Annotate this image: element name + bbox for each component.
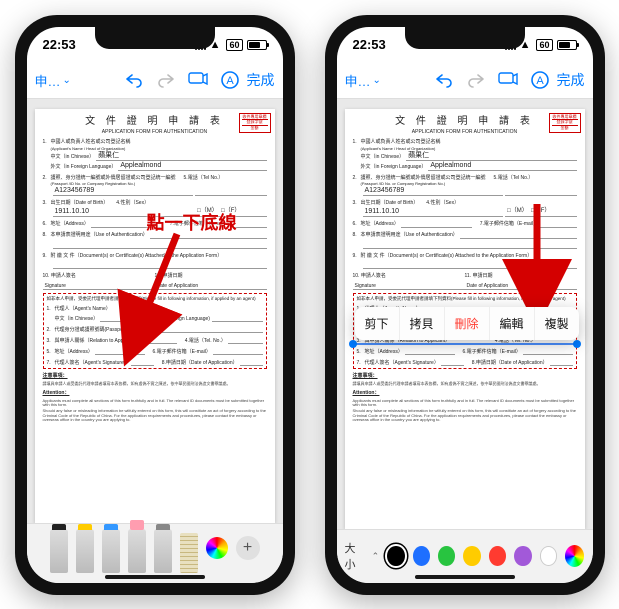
menu-copy[interactable]: 拷貝 bbox=[400, 307, 445, 340]
redo-button[interactable] bbox=[461, 65, 491, 95]
document-viewport[interactable]: 收件專用章欄登錄字號金額 文 件 證 明 申 請 表 APPLICATION F… bbox=[337, 99, 593, 529]
undo-button[interactable] bbox=[119, 65, 149, 95]
battery-icon bbox=[557, 40, 577, 50]
annotation-text: 點一下底線 bbox=[147, 209, 237, 235]
battery-percent: 60 bbox=[536, 39, 552, 51]
field-dob: 1911.10.10 bbox=[55, 207, 90, 216]
phone-left: 22:53 ▲ 60 申… ⌄ A bbox=[15, 15, 295, 595]
stamp-box: 收件專用章欄登錄字號金額 bbox=[549, 113, 581, 133]
battery-icon bbox=[247, 40, 267, 50]
field-id: A123456789 bbox=[55, 186, 95, 195]
undo-button[interactable] bbox=[429, 65, 459, 95]
doc-title-en: APPLICATION FORM FOR AUTHENTICATION bbox=[43, 129, 267, 136]
screen: 22:53 ▲ 60 申… ⌄ A bbox=[337, 27, 593, 583]
back-button[interactable]: 申… bbox=[35, 71, 61, 90]
notch bbox=[95, 27, 215, 49]
done-button[interactable]: 完成 bbox=[557, 70, 585, 90]
color-picker[interactable] bbox=[565, 545, 584, 567]
context-menu: 剪下 拷貝 刪除 編輯 複製 bbox=[355, 307, 579, 340]
size-button[interactable]: 大小 bbox=[345, 540, 364, 572]
phone-right: 22:53 ▲ 60 申… ⌄ A bbox=[325, 15, 605, 595]
menu-edit[interactable]: 編輯 bbox=[490, 307, 535, 340]
redo-button[interactable] bbox=[151, 65, 181, 95]
swatch-black[interactable] bbox=[387, 546, 404, 566]
swatch-purple[interactable] bbox=[514, 546, 531, 566]
field-name-en: Applealmond bbox=[120, 161, 161, 170]
notch bbox=[405, 27, 525, 49]
svg-text:A: A bbox=[226, 75, 234, 87]
autofill-button[interactable]: A bbox=[525, 65, 555, 95]
highlighter-blue[interactable] bbox=[102, 529, 120, 573]
menu-delete[interactable]: 刪除 bbox=[445, 307, 490, 340]
swatch-white[interactable] bbox=[540, 546, 558, 566]
document-page: 收件專用章欄 登錄字號 金額 文 件 證 明 申 請 表 APPLICATION… bbox=[35, 109, 275, 523]
menu-duplicate[interactable]: 複製 bbox=[535, 307, 579, 340]
swatch-blue[interactable] bbox=[413, 546, 430, 566]
highlighter-yellow[interactable] bbox=[76, 529, 94, 573]
markup-toolbar: 申… ⌄ A 完成 bbox=[27, 63, 283, 99]
markup-toolbar: 申… ⌄ A 完成 bbox=[337, 63, 593, 99]
pen-tool[interactable] bbox=[50, 529, 68, 573]
battery-percent: 60 bbox=[226, 39, 242, 51]
annotate-button[interactable] bbox=[493, 65, 523, 95]
ruler-tool[interactable] bbox=[180, 533, 198, 573]
agent-section: 如非本人申請，受委託代理申請者請填下列資料(Please fill in fol… bbox=[43, 293, 267, 369]
swatch-yellow[interactable] bbox=[463, 546, 480, 566]
svg-text:A: A bbox=[536, 75, 544, 87]
color-picker[interactable] bbox=[206, 537, 228, 559]
back-button[interactable]: 申… bbox=[345, 71, 371, 90]
home-indicator[interactable] bbox=[415, 575, 515, 579]
doc-title-zh: 文 件 證 明 申 請 表 bbox=[43, 115, 267, 128]
selection-handle-left[interactable] bbox=[349, 340, 357, 348]
done-button[interactable]: 完成 bbox=[247, 70, 275, 90]
chevron-down-icon[interactable]: ⌄ bbox=[63, 75, 71, 86]
chevron-up-icon[interactable]: ⌃ bbox=[372, 551, 380, 562]
swatch-green[interactable] bbox=[438, 546, 455, 566]
clock: 22:53 bbox=[353, 37, 386, 52]
swatch-red[interactable] bbox=[489, 546, 506, 566]
menu-cut[interactable]: 剪下 bbox=[355, 307, 400, 340]
clock: 22:53 bbox=[43, 37, 76, 52]
eraser-tool[interactable] bbox=[128, 529, 146, 573]
stamp-box: 收件專用章欄 登錄字號 金額 bbox=[239, 113, 271, 133]
add-button[interactable]: + bbox=[236, 536, 260, 560]
autofill-button[interactable]: A bbox=[215, 65, 245, 95]
markup-tool-tray: + bbox=[27, 523, 283, 583]
annotate-button[interactable] bbox=[183, 65, 213, 95]
lasso-tool[interactable] bbox=[154, 529, 172, 573]
chevron-down-icon[interactable]: ⌄ bbox=[373, 75, 381, 86]
screen: 22:53 ▲ 60 申… ⌄ A bbox=[27, 27, 283, 583]
home-indicator[interactable] bbox=[105, 575, 205, 579]
field-name-zh: 蘋果仁 bbox=[98, 151, 119, 160]
selected-shape[interactable] bbox=[353, 343, 577, 345]
document-viewport[interactable]: 收件專用章欄 登錄字號 金額 文 件 證 明 申 請 表 APPLICATION… bbox=[27, 99, 283, 523]
selection-handle-right[interactable] bbox=[573, 340, 581, 348]
